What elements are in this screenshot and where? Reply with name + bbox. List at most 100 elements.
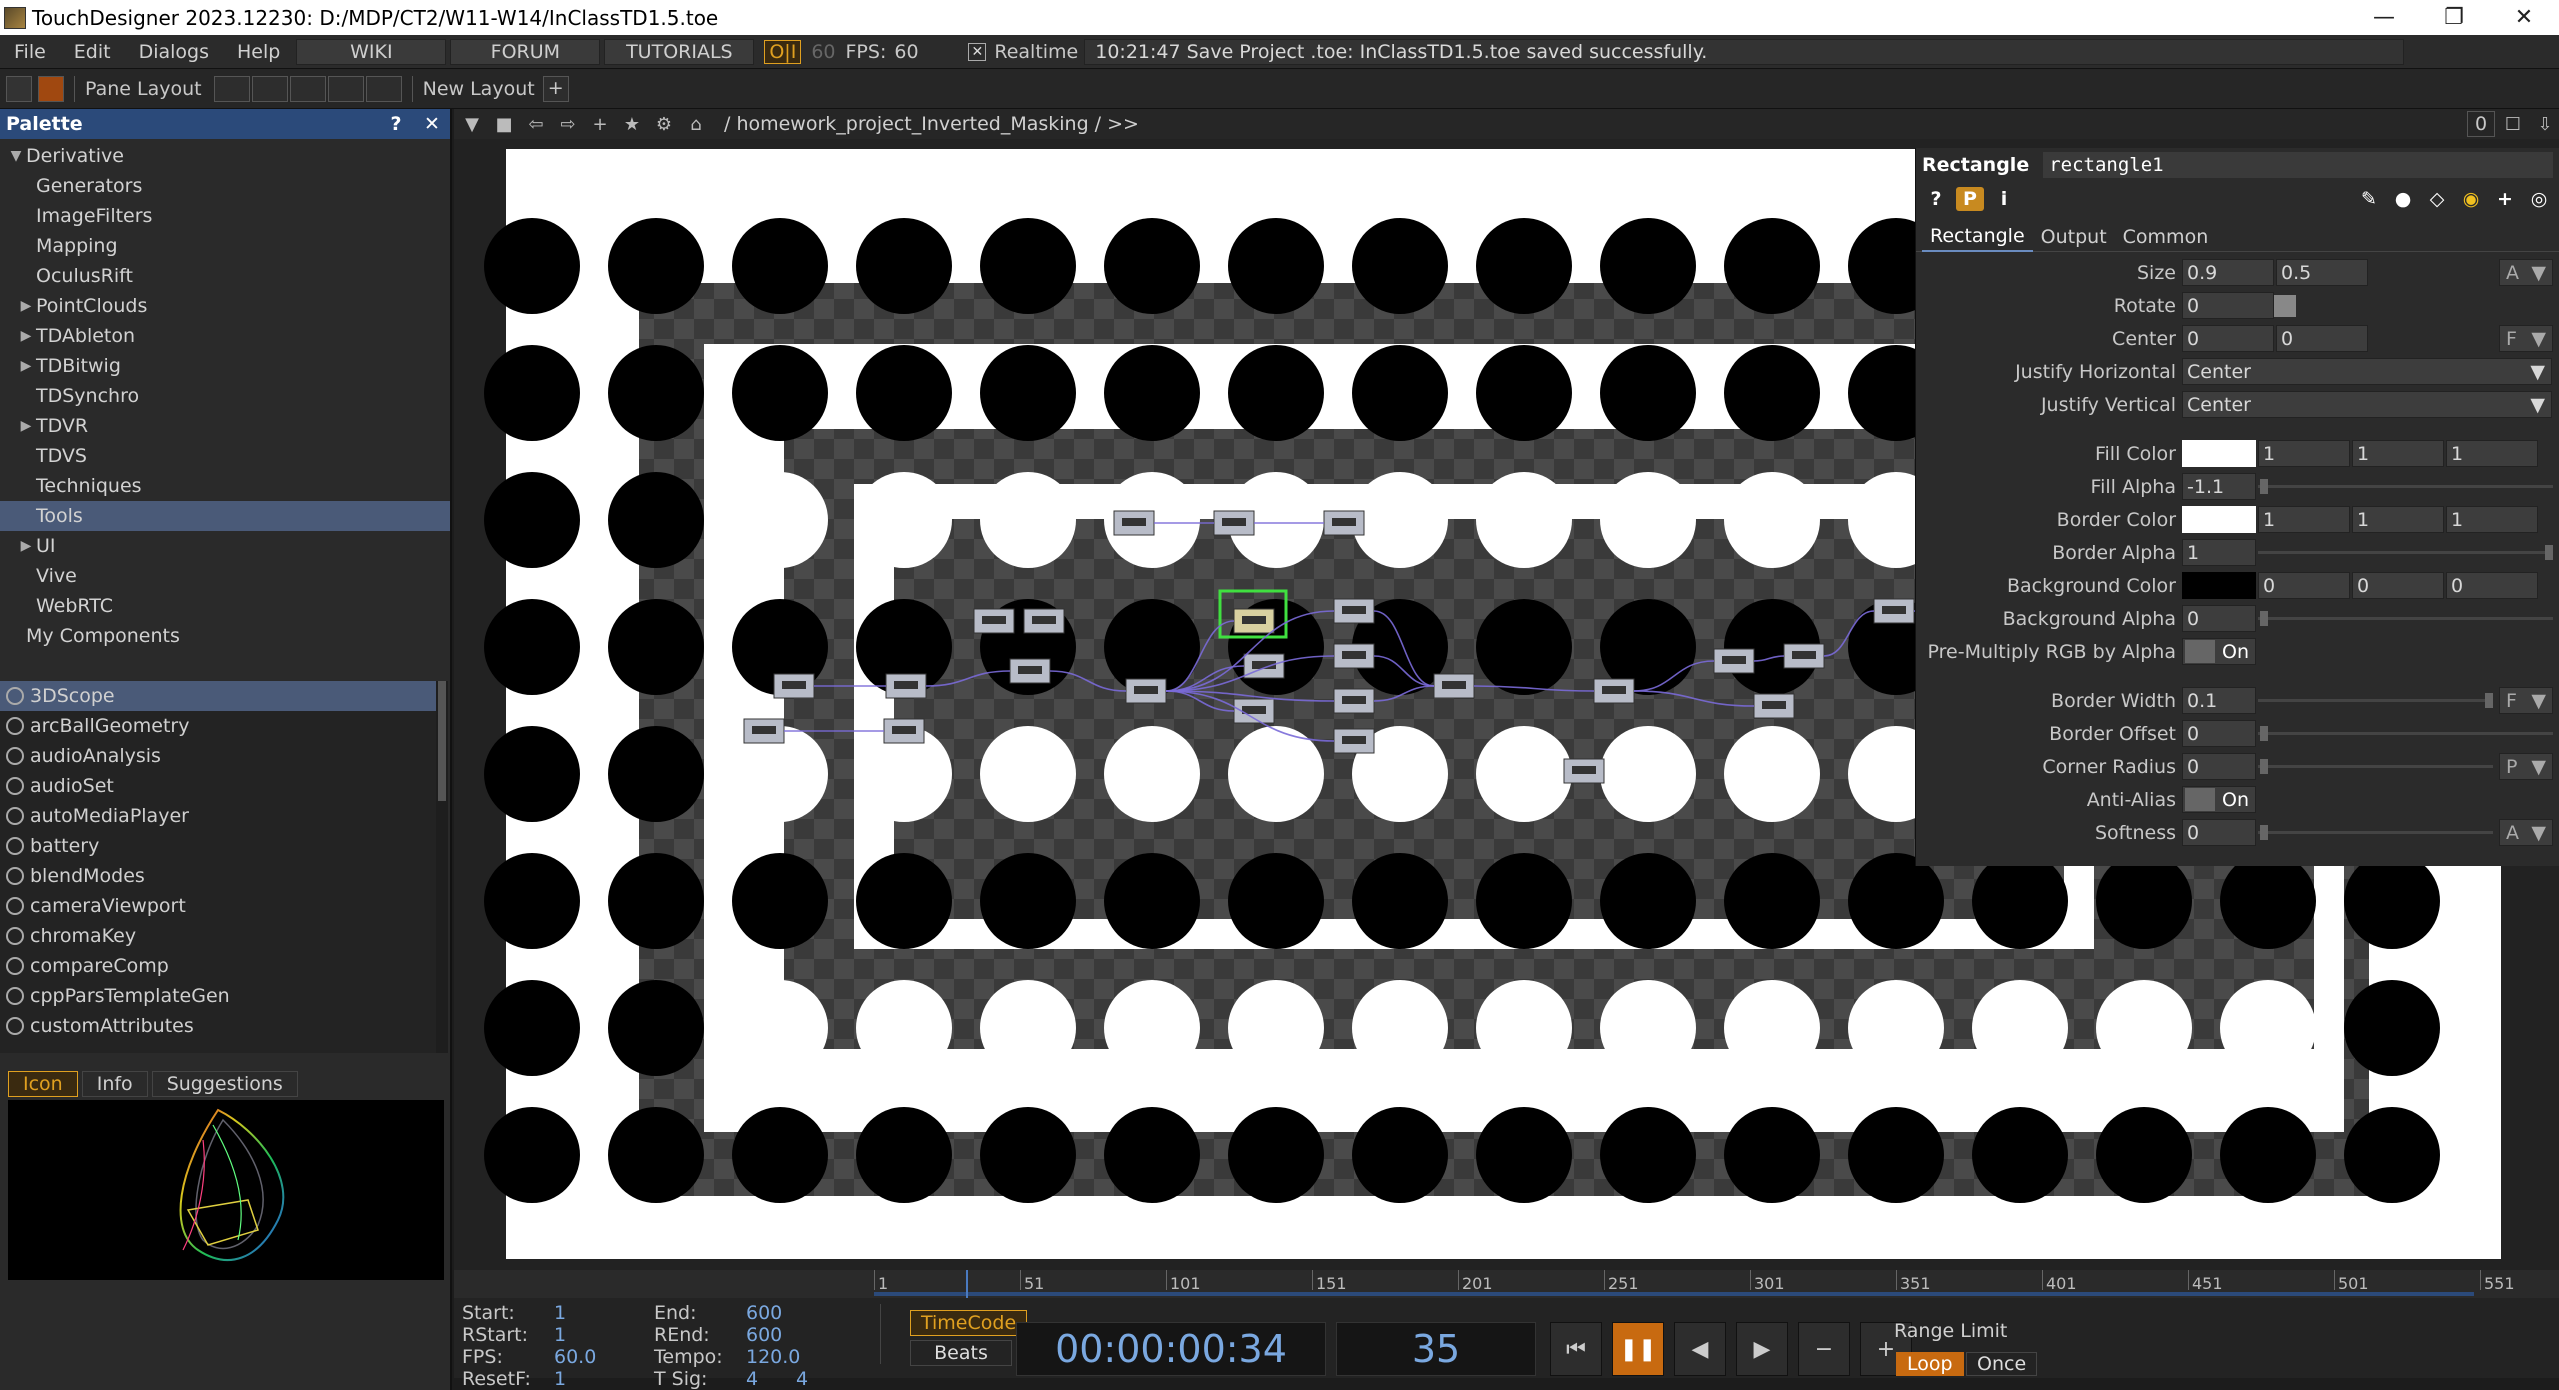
layout-single-button[interactable] — [213, 75, 250, 102]
once-button[interactable]: Once — [1966, 1352, 2038, 1376]
tutorials-link[interactable]: TUTORIALS — [604, 38, 755, 65]
start-value[interactable]: 1 — [554, 1302, 654, 1324]
operator-node[interactable] — [773, 673, 815, 699]
slider-knob[interactable] — [2260, 611, 2268, 626]
oi-toggle-button[interactable]: O|I — [764, 39, 802, 64]
tab-output[interactable]: Output — [2033, 222, 2115, 252]
wiki-link[interactable]: WIKI — [296, 38, 447, 65]
operator-node[interactable] — [885, 673, 927, 699]
tsig-numerator[interactable]: 4 — [746, 1368, 796, 1390]
operator-node[interactable] — [1713, 648, 1755, 674]
menu-help[interactable]: Help — [223, 41, 294, 63]
clone-icon[interactable]: ◇ — [2423, 187, 2451, 211]
component-list-item[interactable]: customAttributes — [0, 1011, 436, 1041]
operator-node[interactable] — [1873, 598, 1915, 624]
playhead[interactable] — [966, 1270, 968, 1298]
bg-b-field[interactable]: 0 — [2446, 572, 2538, 599]
pencil-icon[interactable]: ✎ — [2355, 187, 2383, 211]
layout-split-h-button[interactable] — [289, 75, 326, 102]
component-list-item[interactable]: cameraViewport — [0, 891, 436, 921]
palette-tree-item[interactable]: Vive — [0, 561, 450, 591]
palette-tree-item[interactable]: TDVS — [0, 441, 450, 471]
palette-close-button[interactable]: ✕ — [414, 113, 450, 135]
anti-alias-toggle[interactable]: On — [2182, 786, 2256, 813]
palette-tree-item[interactable]: ImageFilters — [0, 201, 450, 231]
justify-h-menu[interactable]: Center ▼ — [2182, 358, 2552, 385]
fill-color-swatch[interactable] — [2182, 440, 2256, 467]
border-offset-field[interactable]: 0 — [2182, 720, 2256, 747]
operator-node[interactable] — [1563, 758, 1605, 784]
forward-arrow-icon[interactable]: ⇨ — [554, 111, 582, 137]
fps-target[interactable]: 60 — [811, 41, 835, 63]
border-offset-slider[interactable] — [2258, 720, 2553, 747]
component-list-item[interactable]: autoMediaPlayer — [0, 801, 436, 831]
beats-button[interactable]: Beats — [910, 1340, 1012, 1366]
timeline-ruler[interactable]: 151101151201251301351401451501551600 — [454, 1270, 2559, 1298]
operator-node[interactable] — [743, 718, 785, 744]
end-value[interactable]: 600 — [746, 1302, 846, 1324]
palette-tree-item[interactable]: Mapping — [0, 231, 450, 261]
operator-node[interactable] — [883, 718, 925, 744]
center-x-field[interactable]: 0 — [2182, 325, 2274, 352]
layout-split-v-button[interactable] — [251, 75, 288, 102]
palette-tree-item[interactable]: ▼ Derivative — [0, 141, 450, 171]
network-counter[interactable]: 0 — [2467, 111, 2495, 137]
python-icon[interactable]: P — [1956, 187, 1984, 211]
network-path[interactable]: / homework_project_Inverted_Masking / >> — [724, 113, 1139, 135]
menu-file[interactable]: File — [0, 41, 60, 63]
menu-edit[interactable]: Edit — [60, 41, 125, 63]
palette-tree-item[interactable]: ▶ UI — [0, 531, 450, 561]
star-icon[interactable]: ★ — [618, 111, 646, 137]
border-alpha-field[interactable]: 1 — [2182, 539, 2256, 566]
bg-r-field[interactable]: 0 — [2258, 572, 2350, 599]
operator-node[interactable] — [1333, 688, 1375, 714]
tempo-value[interactable]: 120.0 — [746, 1346, 846, 1368]
palette-tree-item[interactable]: ▶ TDBitwig — [0, 351, 450, 381]
operator-node[interactable] — [1333, 598, 1375, 624]
palette-tree-item[interactable]: Generators — [0, 171, 450, 201]
component-list-item[interactable]: audioSet — [0, 771, 436, 801]
rstart-value[interactable]: 1 — [554, 1324, 654, 1346]
home-path-icon[interactable]: ⌂ — [682, 111, 710, 137]
component-list-item[interactable]: blendModes — [0, 861, 436, 891]
operator-node[interactable] — [1333, 643, 1375, 669]
operator-node[interactable] — [1243, 653, 1285, 679]
bg-alpha-slider[interactable] — [2258, 605, 2553, 632]
palette-tree-item[interactable]: My Components — [0, 621, 450, 651]
border-width-field[interactable]: 0.1 — [2182, 687, 2256, 714]
slider-knob[interactable] — [2260, 726, 2268, 741]
palette-tree-item[interactable]: TDSynchro — [0, 381, 450, 411]
softness-field[interactable]: 0 — [2182, 819, 2256, 846]
slider-knob[interactable] — [2485, 693, 2493, 708]
add-param-icon[interactable]: + — [2491, 187, 2519, 211]
play-forward-button[interactable]: ▶ — [1736, 1322, 1788, 1376]
fps-value[interactable]: 60.0 — [554, 1346, 654, 1368]
home-icon[interactable] — [38, 75, 64, 102]
op-name-field[interactable]: rectangle1 — [2043, 152, 2553, 178]
timecode-display[interactable]: 00:00:00:34 — [1016, 1322, 1326, 1376]
corner-radius-slider[interactable] — [2258, 753, 2493, 780]
restore-button[interactable]: ❐ — [2419, 0, 2489, 35]
chevron-icon[interactable]: ▶ — [16, 328, 36, 344]
palette-tree-item[interactable]: OculusRift — [0, 261, 450, 291]
slider-knob[interactable] — [2260, 759, 2268, 774]
target-icon[interactable]: ◎ — [2525, 187, 2553, 211]
operator-node[interactable] — [1593, 678, 1635, 704]
menu-dropdown-icon[interactable]: ▼ — [458, 111, 486, 137]
fill-alpha-slider[interactable] — [2258, 473, 2553, 500]
chevron-icon[interactable]: ▶ — [16, 298, 36, 314]
step-minus-button[interactable]: − — [1798, 1322, 1850, 1376]
pause-button[interactable]: ❚❚ — [1612, 1322, 1664, 1376]
operator-node[interactable] — [1023, 608, 1065, 634]
forum-link[interactable]: FORUM — [450, 38, 601, 65]
rotate-field[interactable]: 0 — [2182, 292, 2274, 319]
chevron-icon[interactable]: ▼ — [6, 148, 26, 164]
palette-tree-item[interactable]: WebRTC — [0, 591, 450, 621]
component-list-item[interactable]: arcBallGeometry — [0, 711, 436, 741]
palette-tree-item[interactable]: ▶ PointClouds — [0, 291, 450, 321]
rend-value[interactable]: 600 — [746, 1324, 846, 1346]
component-list-item[interactable]: compareComp — [0, 951, 436, 981]
component-list-item[interactable]: audioAnalysis — [0, 741, 436, 771]
bg-alpha-field[interactable]: 0 — [2182, 605, 2256, 632]
tsig-denominator[interactable]: 4 — [796, 1368, 846, 1390]
